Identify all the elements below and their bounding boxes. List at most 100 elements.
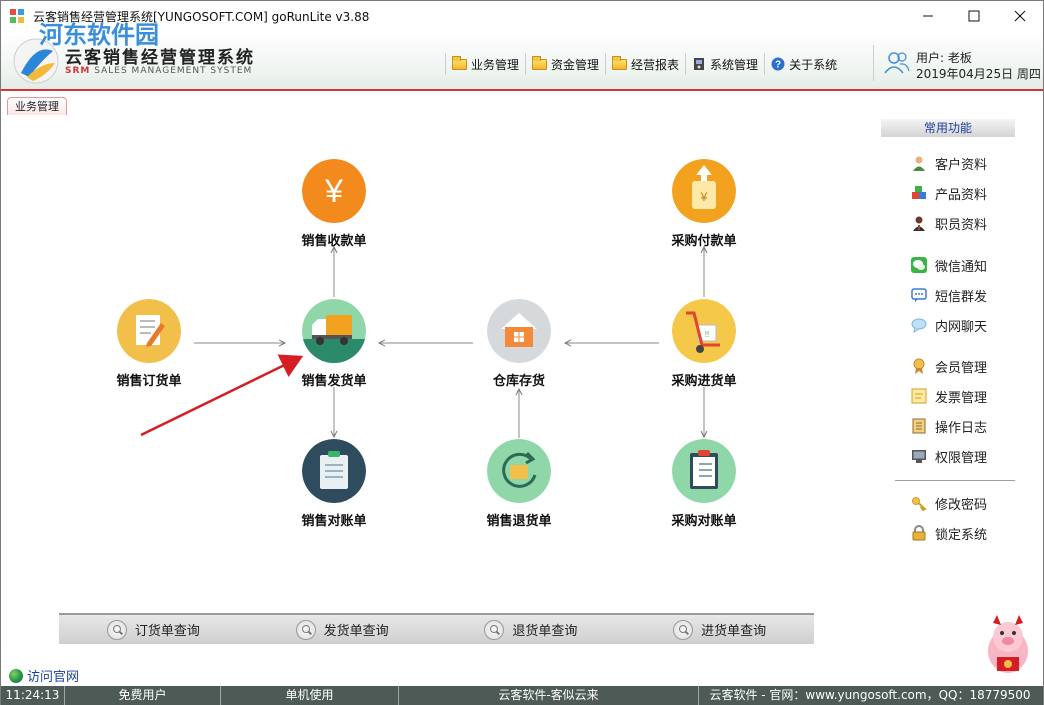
node-sales-reconcile[interactable]: 销售对账单 xyxy=(274,439,394,529)
node-sales-delivery[interactable]: 销售发货单 xyxy=(274,299,394,389)
product-icon xyxy=(912,186,926,199)
visit-website-link[interactable]: 访问官网 xyxy=(9,666,79,685)
node-sales-receipt-label: 销售收款单 xyxy=(301,234,367,249)
sidebar-item-lock-system[interactable]: 锁定系统 xyxy=(911,523,987,543)
node-purchase-payment[interactable]: ¥ 采购付款单 xyxy=(644,159,764,249)
sidebar-item-label: 微信通知 xyxy=(935,259,988,275)
minimize-button[interactable] xyxy=(905,1,951,31)
sidebar-item-label: 操作日志 xyxy=(935,420,988,436)
maximize-button[interactable] xyxy=(951,1,997,31)
sidebar-item-sms[interactable]: 短信群发 xyxy=(911,285,987,305)
current-date: 2019年04月25日 周四 xyxy=(916,67,1041,81)
status-user-type: 免费用户 xyxy=(65,686,221,705)
delivery-query-label: 发货单查询 xyxy=(323,624,389,639)
log-icon xyxy=(912,418,926,434)
order-pencil-icon xyxy=(117,299,181,363)
sidebar-item-label: 修改密码 xyxy=(935,497,988,513)
minimize-icon xyxy=(923,15,933,17)
warehouse-icon xyxy=(487,299,551,363)
sidebar-item-label: 职员资料 xyxy=(935,217,988,233)
query-toolbar: 订货单查询 发货单查询 退货单查询 进货单查询 xyxy=(59,613,814,644)
payment-icon: ¥ xyxy=(672,159,736,223)
chat-icon xyxy=(911,318,927,333)
yuan-icon: ¥ xyxy=(302,159,366,223)
node-sales-order-label: 销售订货单 xyxy=(116,374,182,389)
sidebar-item-label: 客户资料 xyxy=(935,157,988,173)
status-bar: 11:24:13 免费用户 单机使用 云客软件-客似云来 云客软件 - 官网：w… xyxy=(1,686,1043,705)
sidebar-divider xyxy=(895,480,1015,481)
node-purchase-payment-label: 采购付款单 xyxy=(671,234,737,249)
node-sales-order[interactable]: 销售订货单 xyxy=(89,299,209,389)
sidebar-item-invoices[interactable]: 发票管理 xyxy=(911,386,987,406)
sidebar-item-employees[interactable]: 职员资料 xyxy=(911,213,987,233)
maximize-icon xyxy=(968,10,980,22)
delivery-query-button[interactable]: 发货单查询 xyxy=(248,615,437,644)
search-icon xyxy=(484,619,505,640)
node-purchase-receiving[interactable]: !! 采购进货单 xyxy=(644,299,764,389)
node-sales-return[interactable]: 销售退货单 xyxy=(459,439,579,529)
users-icon xyxy=(884,52,910,74)
close-icon xyxy=(1014,10,1026,22)
node-sales-receipt[interactable]: ¥ 销售收款单 xyxy=(274,159,394,249)
node-sales-delivery-label: 销售发货单 xyxy=(301,374,367,389)
truck-icon xyxy=(302,299,366,363)
node-purchase-reconcile[interactable]: 采购对账单 xyxy=(644,439,764,529)
status-mode: 单机使用 xyxy=(221,686,399,705)
sidebar-item-label: 内网聊天 xyxy=(935,319,988,335)
status-website: 云客软件 - 官网：www.yungosoft.com，QQ：18779500 xyxy=(709,688,1031,702)
sidebar-item-change-password[interactable]: 修改密码 xyxy=(911,493,987,513)
sidebar-item-label: 发票管理 xyxy=(935,390,988,406)
node-warehouse-stock-label: 仓库存货 xyxy=(492,374,545,389)
close-button[interactable] xyxy=(997,1,1043,31)
svg-text:!!: !! xyxy=(705,330,709,339)
node-purchase-reconcile-label: 采购对账单 xyxy=(671,514,737,529)
visit-website-label: 访问官网 xyxy=(27,670,80,685)
app-window: 云客销售经营管理系统[YUNGOSOFT.COM] goRunLite v3.8… xyxy=(0,0,1044,705)
sidebar-item-products[interactable]: 产品资料 xyxy=(911,183,987,203)
purchase-query-button[interactable]: 进货单查询 xyxy=(625,615,814,644)
purchase-query-label: 进货单查询 xyxy=(701,624,767,639)
svg-text:¥: ¥ xyxy=(700,190,708,204)
return-query-button[interactable]: 退货单查询 xyxy=(437,615,626,644)
sidebar-item-label: 锁定系统 xyxy=(935,527,988,543)
order-query-button[interactable]: 订货单查询 xyxy=(59,615,248,644)
search-icon xyxy=(106,619,127,640)
status-slogan: 云客软件-客似云来 xyxy=(399,686,699,705)
permission-icon xyxy=(912,450,926,463)
return-query-label: 退货单查询 xyxy=(512,624,578,639)
sidebar-item-label: 权限管理 xyxy=(935,450,988,466)
invoice-icon xyxy=(911,388,927,404)
search-icon xyxy=(295,619,316,640)
pig-mascot-icon xyxy=(988,615,1028,673)
user-info: 用户: 老板 2019年04月25日 周四 xyxy=(873,45,1043,81)
node-sales-reconcile-label: 销售对账单 xyxy=(301,514,367,529)
lock-icon xyxy=(912,525,926,541)
node-sales-return-label: 销售退货单 xyxy=(486,514,552,529)
sidebar-item-label: 会员管理 xyxy=(935,360,988,376)
sidebar-item-customers[interactable]: 客户资料 xyxy=(911,153,987,173)
sidebar-item-members[interactable]: 会员管理 xyxy=(911,356,987,376)
sidebar-item-permissions[interactable]: 权限管理 xyxy=(911,446,987,466)
quick-functions-panel: 常用功能 xyxy=(881,119,1015,137)
sidebar-item-chat[interactable]: 内网聊天 xyxy=(911,315,987,335)
employee-icon xyxy=(913,216,925,231)
quick-functions-header: 常用功能 xyxy=(881,119,1015,137)
order-query-label: 订货单查询 xyxy=(134,624,200,639)
wechat-icon xyxy=(911,257,927,273)
sidebar-item-label: 产品资料 xyxy=(935,187,988,203)
sidebar-item-label: 短信群发 xyxy=(935,289,988,305)
user-name: 用户: 老板 xyxy=(916,51,972,65)
status-time: 11:24:13 xyxy=(1,686,65,705)
svg-text:¥: ¥ xyxy=(324,173,343,209)
customer-icon xyxy=(913,156,925,171)
node-purchase-receiving-label: 采购进货单 xyxy=(671,374,737,389)
sms-icon xyxy=(911,288,927,302)
sidebar-item-logs[interactable]: 操作日志 xyxy=(911,416,987,436)
member-icon xyxy=(913,358,925,374)
key-icon xyxy=(912,497,927,511)
clipboard-icon xyxy=(302,439,366,503)
return-icon xyxy=(487,439,551,503)
checklist-icon xyxy=(672,439,736,503)
node-warehouse-stock[interactable]: 仓库存货 xyxy=(459,299,579,389)
sidebar-item-wechat[interactable]: 微信通知 xyxy=(911,255,987,275)
